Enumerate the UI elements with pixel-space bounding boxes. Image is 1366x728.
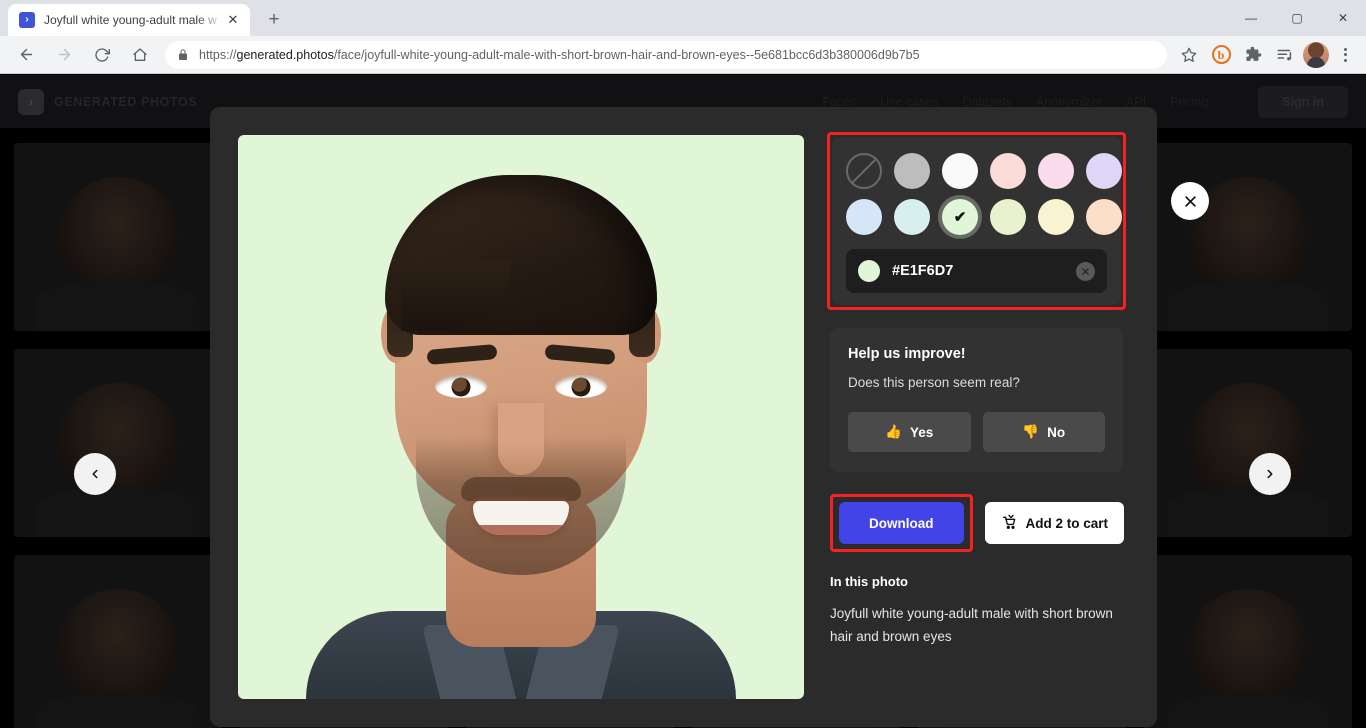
swatch-light-blue[interactable] [846,199,882,235]
grid-thumbnail[interactable] [14,143,222,331]
cart-icon [1001,514,1017,533]
url-path: /face/joyfull-white-young-adult-male-wit… [333,47,920,62]
add-to-cart-label: Add 2 to cart [1025,515,1109,531]
cta-row: Download Add 2 to cart [830,494,1125,552]
reload-icon[interactable] [87,40,117,70]
photo-detail-modal: #E1F6D7 Help us improve! Does this perso… [210,107,1209,727]
feedback-no-button[interactable]: 👎 No [982,412,1105,452]
swatch-lavender[interactable] [1086,153,1122,189]
previous-photo-button[interactable] [74,453,116,495]
extensions-puzzle-icon[interactable] [1239,41,1267,69]
browser-tab[interactable]: › Joyfull white young-adult male w ✕ [8,4,250,36]
swatch-no-color[interactable] [846,153,882,189]
window-close-button[interactable]: ✕ [1320,0,1366,36]
in-this-photo-heading: In this photo [830,574,908,589]
feedback-yes-button[interactable]: 👍 Yes [848,412,971,452]
grid-thumbnail[interactable] [14,555,222,728]
url-text: https://generated.photos/face/joyfull-wh… [199,48,920,62]
background-colors-highlight: #E1F6D7 [827,132,1126,310]
background-color-picker: #E1F6D7 [832,137,1122,305]
maximize-button[interactable]: ▢ [1274,0,1320,36]
tab-favicon: › [19,12,35,28]
in-this-photo-section: In this photo Joyfull white young-adult … [830,574,1123,648]
clear-color-icon[interactable] [1076,261,1095,281]
back-icon[interactable] [11,40,41,70]
browser-window: › Joyfull white young-adult male w ✕ + —… [0,0,1366,728]
selected-color-dot [858,260,880,282]
tab-title: Joyfull white young-adult male w [44,13,217,27]
swatch-light-cyan[interactable] [894,199,930,235]
grid-thumbnail[interactable] [1144,555,1352,728]
swatch-cream[interactable] [1038,199,1074,235]
bookmark-star-icon[interactable] [1175,41,1203,69]
profile-avatar[interactable] [1303,41,1329,68]
swatch-light-green[interactable] [942,199,978,235]
face-illustration [238,135,804,699]
modal-close-button[interactable] [1171,182,1209,220]
url-scheme: https:// [199,47,237,62]
home-icon[interactable] [125,40,155,70]
sign-in-button[interactable]: Sign in [1258,85,1348,118]
add-to-cart-button[interactable]: Add 2 to cart [984,502,1125,544]
site-logo-text: GENERATED PHOTOS [54,94,198,109]
feedback-heading: Help us improve! [848,346,966,362]
swatch-grey[interactable] [894,153,930,189]
forward-icon[interactable] [49,40,79,70]
new-tab-button[interactable]: + [260,6,288,34]
grid-thumbnail[interactable] [1144,143,1352,331]
swatch-peach[interactable] [1086,199,1122,235]
page-content: › GENERATED PHOTOS Faces Use cases Datas… [0,75,1366,728]
browser-menu-icon[interactable] [1331,41,1359,69]
swatch-pale-lime[interactable] [990,199,1026,235]
feedback-buttons: 👍 Yes 👎 No [848,412,1105,452]
in-this-photo-description: Joyfull white young-adult male with shor… [830,606,1113,645]
thumbs-up-icon: 👍 [885,424,903,439]
swatch-light-pink[interactable] [1038,153,1074,189]
tab-strip: › Joyfull white young-adult male w ✕ + —… [0,0,1366,36]
bitly-extension-icon[interactable]: b [1207,41,1235,69]
feedback-no-label: No [1047,424,1066,440]
feedback-yes-label: Yes [910,424,934,440]
grid-thumbnail[interactable] [14,349,222,537]
download-button[interactable]: Download [839,502,964,544]
thumbs-down-icon: 👎 [1022,424,1040,439]
address-bar[interactable]: https://generated.photos/face/joyfull-wh… [165,40,1167,69]
tab-close-icon[interactable]: ✕ [224,11,242,29]
reading-list-icon[interactable] [1271,41,1299,69]
lock-icon [177,49,189,61]
swatch-pink[interactable] [990,153,1026,189]
url-domain: generated.photos [236,47,334,62]
download-highlight: Download [830,494,973,552]
browser-toolbar: https://generated.photos/face/joyfull-wh… [0,36,1366,74]
swatch-white[interactable] [942,153,978,189]
bitly-glyph: b [1211,45,1231,64]
grid-thumbnail[interactable] [1144,349,1352,537]
site-logo-icon[interactable]: › [18,88,44,115]
selected-color-field[interactable]: #E1F6D7 [846,249,1107,293]
window-controls: — ▢ ✕ [1228,0,1366,36]
next-photo-button[interactable] [1249,453,1291,495]
generated-face-photo[interactable] [238,135,804,699]
swatch-grid [846,153,1122,235]
modal-sidebar: #E1F6D7 Help us improve! Does this perso… [827,132,1126,699]
nav-item-pricing[interactable]: Pricing [1170,95,1208,109]
minimize-button[interactable]: — [1228,0,1274,36]
feedback-card: Help us improve! Does this person seem r… [830,328,1123,472]
selected-color-hex: #E1F6D7 [892,263,954,279]
feedback-question: Does this person seem real? [848,375,1020,390]
